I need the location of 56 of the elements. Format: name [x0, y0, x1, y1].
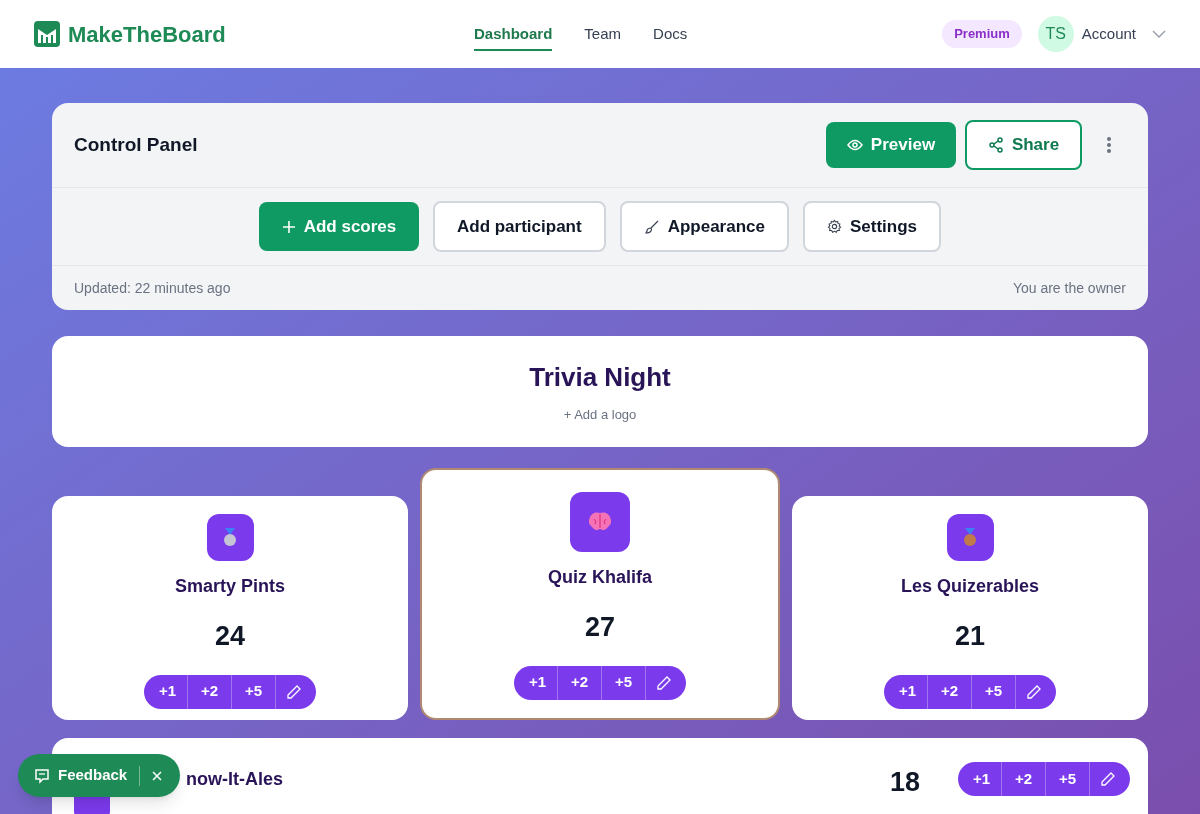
add-logo-link[interactable]: + Add a logo — [563, 405, 637, 425]
increment-button[interactable]: +1 — [884, 674, 928, 709]
more-icon[interactable] — [1106, 136, 1112, 154]
action-button[interactable]: Settings — [802, 201, 942, 252]
participant-name: now-It-Ales — [186, 768, 284, 791]
participant-name: Quiz Khalifa — [548, 566, 652, 589]
action-button[interactable]: Add scores — [258, 202, 419, 251]
action-button[interactable]: Appearance — [619, 201, 789, 252]
settings-icon — [826, 219, 842, 234]
participant-score: 21 — [954, 620, 985, 653]
medal-icon — [222, 527, 238, 548]
increment-button[interactable]: +1 — [958, 762, 1002, 796]
chevron-down-icon — [1152, 30, 1166, 38]
pencil-icon — [656, 674, 672, 691]
action-button[interactable]: Add participant — [432, 201, 606, 252]
avatar[interactable]: TS — [1037, 16, 1074, 52]
increment-button[interactable]: +2 — [188, 674, 232, 709]
eye-icon — [846, 139, 863, 151]
close-icon[interactable] — [152, 770, 163, 781]
share-icon — [987, 137, 1004, 153]
participant-score: 24 — [214, 620, 245, 653]
pencil-icon — [1026, 683, 1042, 700]
participant-score: 27 — [584, 611, 615, 644]
increment-button[interactable]: +5 — [1046, 762, 1090, 796]
increment-button[interactable]: +5 — [972, 674, 1016, 709]
participant-name: Smarty Pints — [174, 575, 285, 598]
owner-text: You are the owner — [1012, 278, 1126, 298]
plan-badge: Premium — [942, 20, 1022, 48]
nav-tab[interactable]: Dashboard — [474, 16, 553, 52]
increment-button[interactable]: +1 — [514, 665, 558, 700]
chat-icon — [34, 767, 50, 784]
plus-icon — [281, 219, 296, 234]
updated-text: Updated: 22 minutes ago — [74, 278, 231, 298]
pencil-icon — [286, 683, 302, 700]
board-title: Trivia Night — [529, 361, 671, 395]
nav-tab[interactable]: Team — [584, 16, 622, 52]
participant-score: 18 — [889, 766, 920, 799]
participant-name: Les Quizerables — [900, 575, 1040, 598]
increment-button[interactable]: +5 — [232, 674, 276, 709]
logo-icon — [34, 21, 60, 47]
account-menu[interactable]: Account — [1081, 22, 1136, 46]
brush-icon — [643, 218, 660, 235]
feedback-button[interactable]: Feedback — [58, 764, 128, 787]
pencil-icon — [1100, 771, 1116, 787]
increment-button[interactable]: +5 — [602, 665, 646, 700]
brand-name: MakeTheBoard — [68, 20, 226, 49]
increment-button[interactable]: +2 — [558, 665, 602, 700]
increment-button[interactable]: +2 — [928, 674, 972, 709]
increment-button[interactable]: +2 — [1002, 762, 1046, 796]
brain-icon — [587, 511, 613, 533]
panel-title: Control Panel — [74, 132, 199, 157]
share-button[interactable]: Share — [965, 120, 1082, 170]
increment-button[interactable]: +1 — [144, 674, 188, 709]
nav-tab[interactable]: Docs — [653, 16, 688, 52]
medal-icon — [962, 527, 978, 548]
preview-button[interactable]: Preview — [826, 122, 956, 168]
